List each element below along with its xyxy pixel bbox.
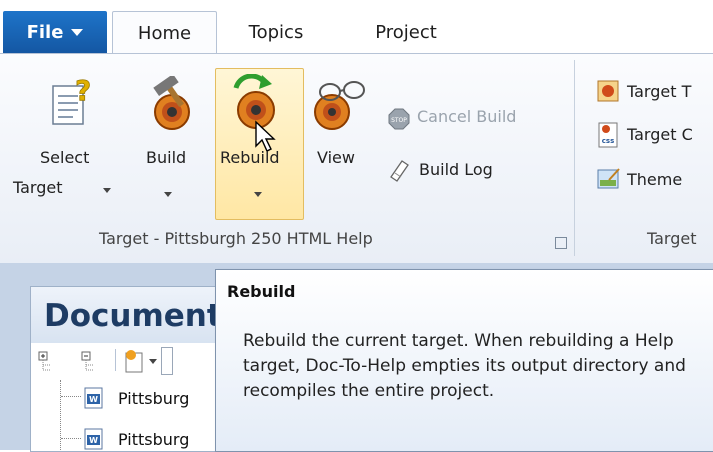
select-target-label-2: Target	[13, 178, 63, 197]
build-log-icon	[390, 160, 409, 182]
theme-icon	[597, 168, 620, 189]
collapse-all-icon[interactable]	[80, 350, 102, 372]
svg-text:STOP: STOP	[391, 117, 407, 124]
chevron-down-icon	[103, 188, 111, 193]
svg-text:css: css	[602, 137, 614, 145]
build-button[interactable]: Build	[138, 148, 198, 210]
list-item-label: Pittsburg	[118, 389, 190, 408]
word-document-icon: W	[84, 428, 103, 450]
chevron-down-icon[interactable]	[149, 359, 157, 364]
ribbon-group-label: Target - Pittsburgh 250 HTML Help	[99, 229, 373, 248]
view-button[interactable]: View	[317, 148, 355, 167]
tab-project[interactable]: Project	[357, 12, 455, 52]
rebuild-button[interactable]: Rebuild	[216, 148, 302, 216]
tab-topics[interactable]: Topics	[230, 12, 322, 52]
stop-icon: STOP	[388, 108, 410, 130]
chevron-down-icon	[164, 192, 172, 197]
tab-project-label: Project	[375, 21, 437, 43]
tooltip-title: Rebuild	[227, 282, 296, 301]
word-document-icon: W	[84, 387, 103, 409]
toolbar-partial-button[interactable]	[161, 347, 173, 375]
tab-topics-label: Topics	[248, 21, 304, 43]
tree-connector	[61, 396, 81, 397]
list-item-label: Pittsburg	[118, 430, 190, 449]
select-target-label-1: Select	[40, 148, 90, 167]
tree-connector	[60, 380, 61, 450]
chevron-down-icon	[71, 28, 84, 36]
dialog-launcher-icon[interactable]	[555, 237, 567, 249]
svg-text:W: W	[89, 395, 98, 404]
new-document-icon[interactable]	[123, 349, 145, 373]
target-group-label: Target	[647, 229, 697, 248]
select-target-icon: ?	[52, 76, 92, 125]
file-menu-label: File	[26, 21, 64, 43]
build-hammer-icon	[153, 76, 190, 130]
ribbon-group-divider	[574, 60, 575, 256]
target-item-1[interactable]: Target T	[627, 82, 691, 101]
tree-connector	[61, 438, 81, 439]
css-file-icon: css	[598, 122, 618, 148]
document-panel-title: Document	[44, 298, 222, 334]
tab-home-label: Home	[137, 22, 192, 44]
rebuild-label: Rebuild	[220, 148, 280, 167]
build-label: Build	[146, 148, 187, 167]
chevron-down-icon	[254, 192, 262, 197]
expand-all-icon[interactable]	[37, 350, 59, 372]
cropped-heading	[0, 0, 713, 10]
target-item-3[interactable]: Theme	[627, 170, 682, 189]
tooltip-description: Rebuild the current target. When rebuild…	[243, 331, 686, 401]
toolbar-divider	[115, 349, 116, 371]
target-item-2[interactable]: Target C	[627, 125, 693, 144]
cancel-build-button[interactable]: Cancel Build	[417, 107, 516, 126]
svg-text:?: ?	[75, 76, 91, 107]
view-glasses-icon	[314, 81, 365, 130]
select-target-button[interactable]: Target	[13, 176, 118, 206]
build-log-button[interactable]: Build Log	[419, 160, 493, 179]
file-menu-button[interactable]: File	[3, 11, 107, 53]
target-theme-icon	[597, 80, 619, 102]
svg-text:W: W	[89, 436, 98, 445]
tab-home[interactable]: Home	[112, 11, 217, 54]
